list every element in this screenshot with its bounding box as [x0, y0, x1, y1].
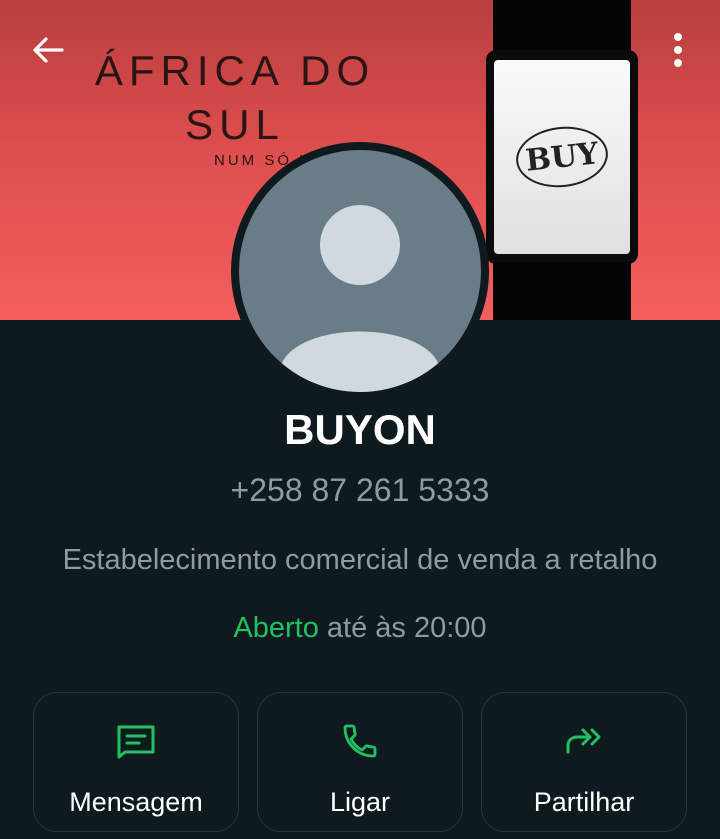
call-label: Ligar: [329, 787, 391, 817]
call-button[interactable]: Ligar: [257, 692, 463, 832]
back-button[interactable]: [26, 28, 70, 72]
business-hours[interactable]: Aberto até às 20:00: [0, 612, 720, 645]
phone-icon: [343, 724, 377, 758]
default-person-avatar-icon: [239, 150, 481, 392]
device-strap: [493, 0, 631, 52]
share-forward-icon: [566, 728, 601, 754]
business-category: Estabelecimento comercial de venda a ret…: [62, 544, 658, 576]
share-button[interactable]: Partilhar: [481, 692, 687, 832]
more-vertical-icon: [674, 33, 682, 67]
device-image: BUY: [486, 50, 638, 264]
device-logo: BUY: [513, 122, 611, 192]
message-button[interactable]: Mensagem: [33, 692, 239, 832]
share-label: Partilhar: [533, 787, 635, 817]
device-strap: [493, 262, 631, 320]
contact-name: BUYON: [284, 406, 436, 453]
profile-avatar[interactable]: [231, 142, 489, 400]
message-icon: [117, 725, 155, 759]
more-options-button[interactable]: [656, 28, 700, 72]
open-status: Aberto: [233, 612, 319, 644]
arrow-left-icon: [33, 37, 64, 63]
cover-title-text: ÁFRICA DO SUL: [94, 47, 376, 148]
phone-number[interactable]: +258 87 261 5333: [0, 472, 720, 509]
message-label: Mensagem: [69, 787, 203, 817]
hours-detail: até às 20:00: [318, 612, 487, 644]
device-screen: BUY: [494, 60, 630, 254]
